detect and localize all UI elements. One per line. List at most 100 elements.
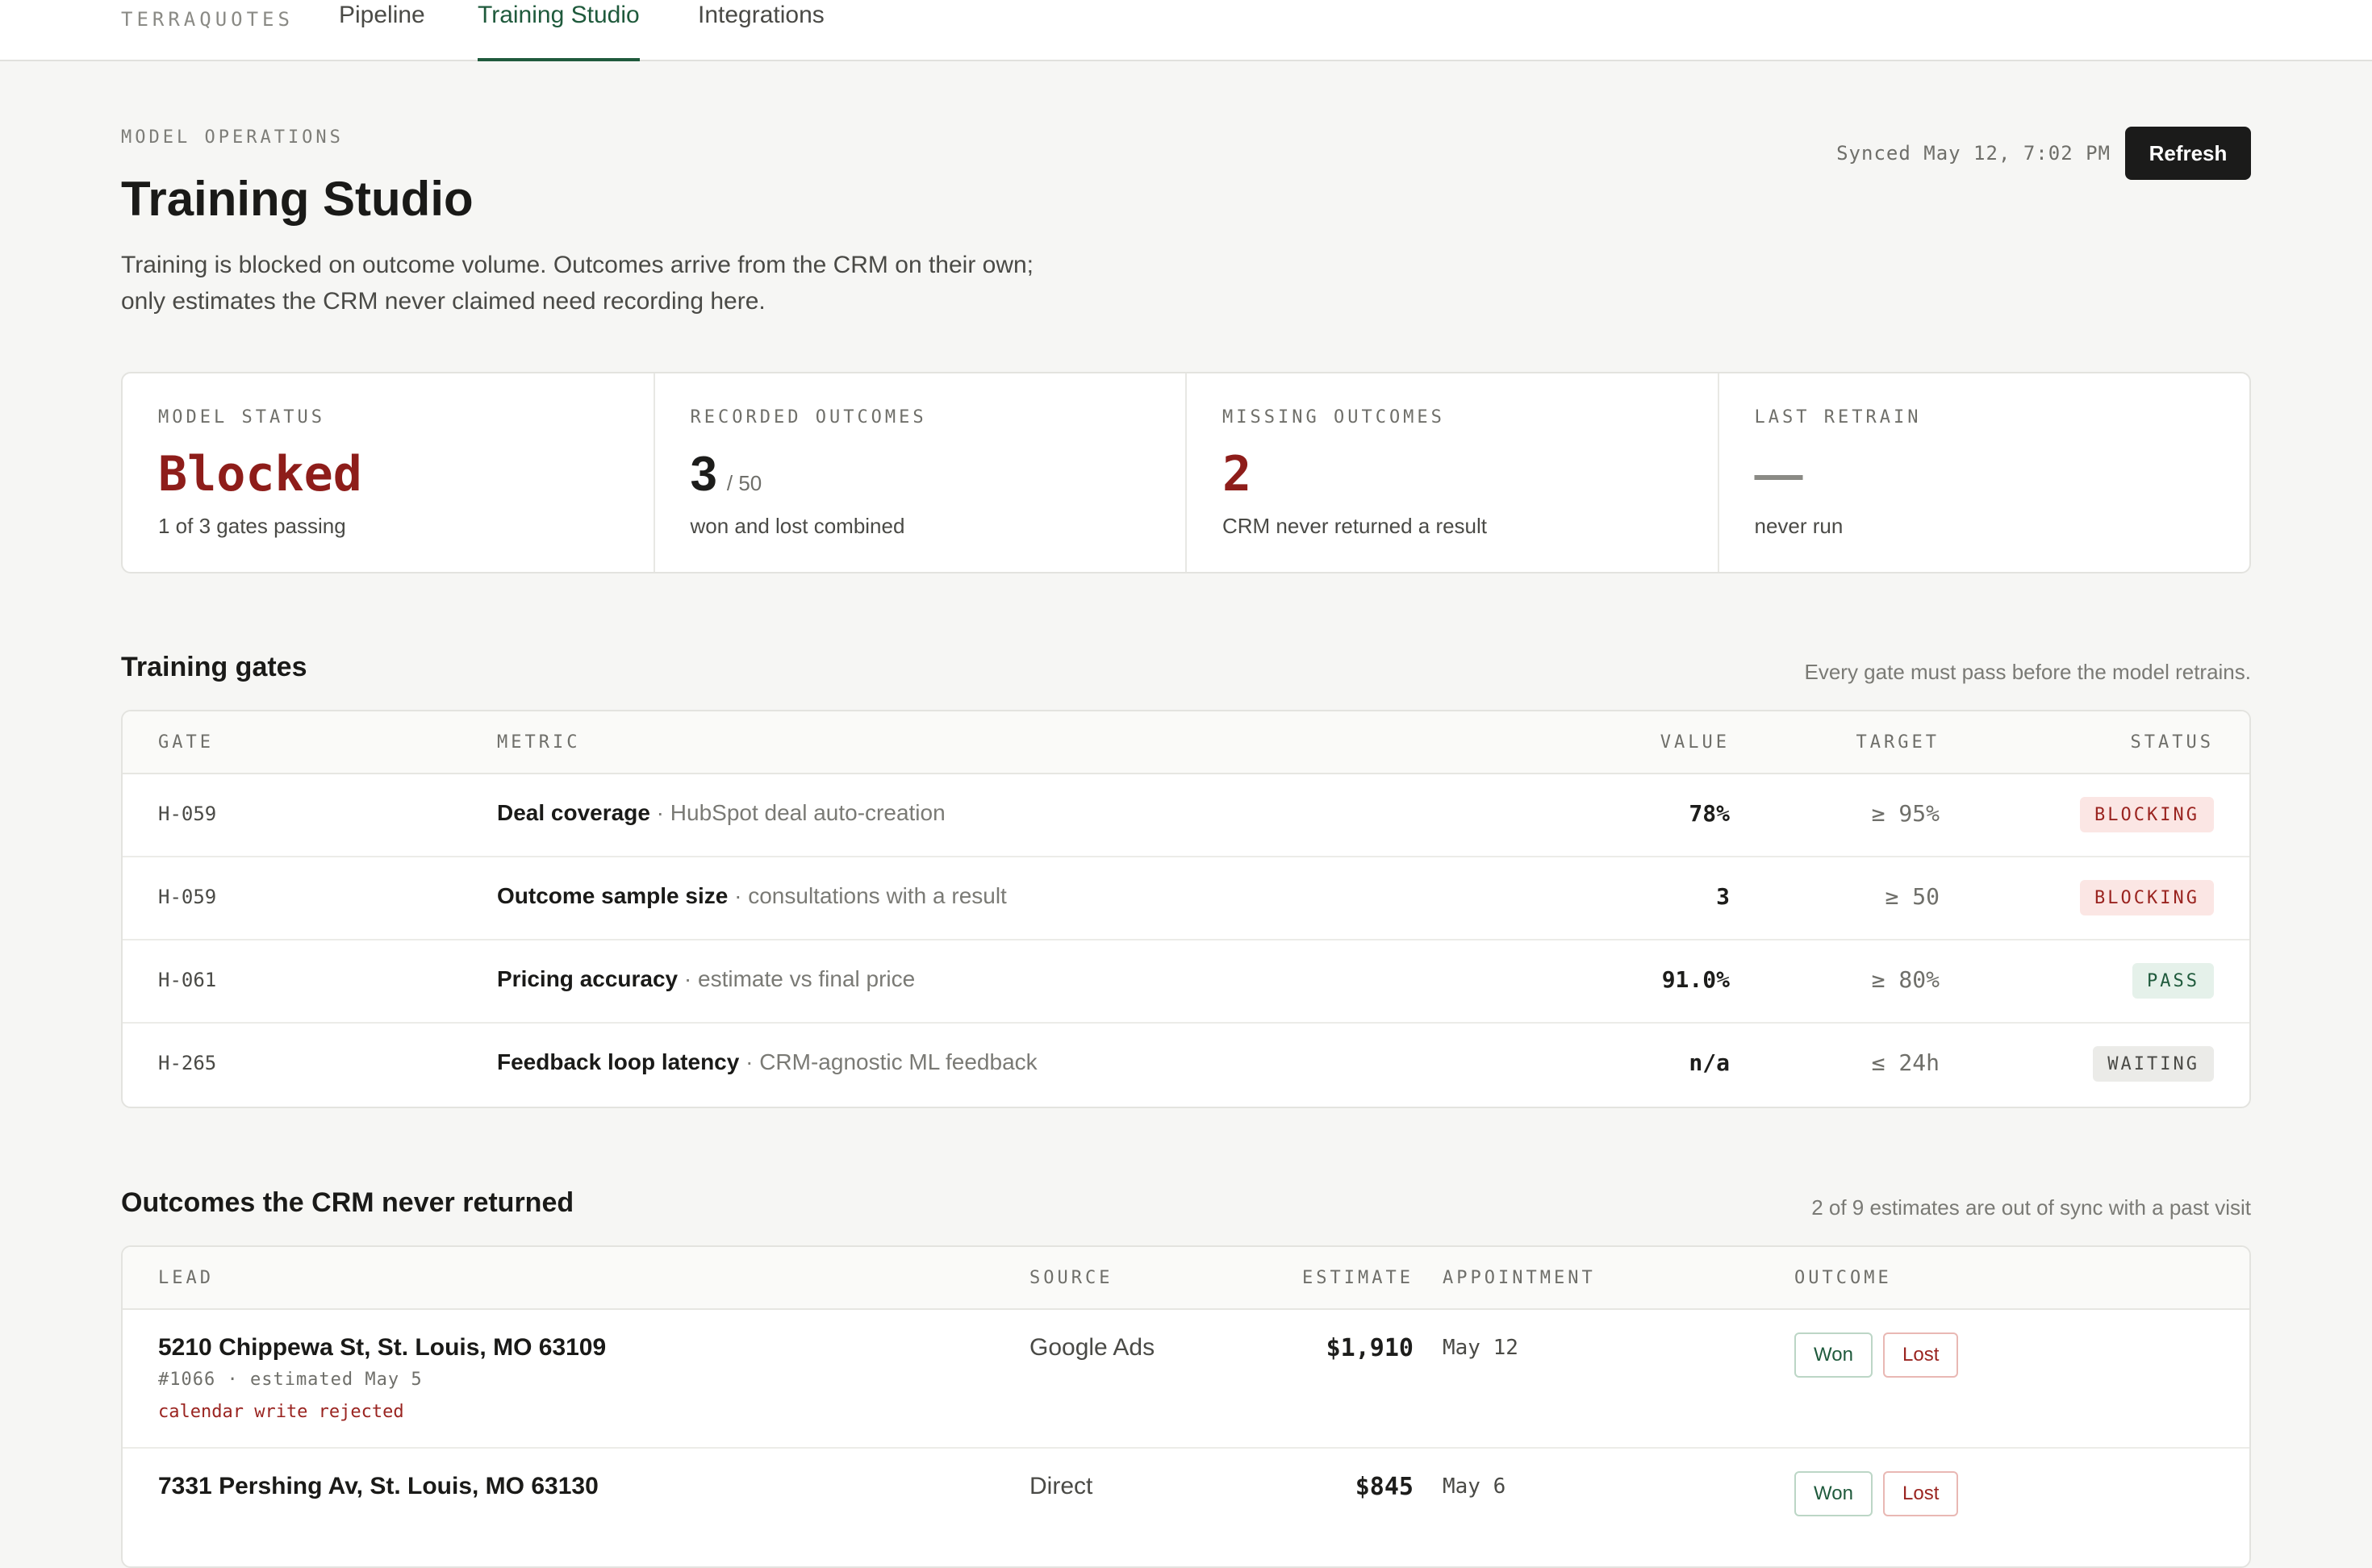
gate-target: ≥ 95% — [1871, 800, 1940, 827]
status-badge: PASS — [2132, 963, 2214, 999]
col-appointment: APPOINTMENT — [1443, 1268, 1596, 1288]
col-source: SOURCE — [1029, 1268, 1113, 1288]
brand-logo[interactable]: TERRAQUOTES — [121, 8, 294, 31]
stat-value: 2 — [1222, 446, 1251, 503]
page-intro: Training is blocked on outcome volume. O… — [121, 247, 1170, 319]
gates-table-header: GATE METRIC VALUE TARGET STATUS — [123, 711, 2249, 774]
top-nav: TERRAQUOTES Pipeline Training Studio Int… — [0, 0, 2372, 61]
stat-value-suffix: / 50 — [726, 471, 762, 495]
gate-value: 91.0% — [1661, 966, 1730, 993]
stat-missing-outcomes: MISSING OUTCOMES 2 CRM never returned a … — [1187, 373, 1719, 572]
outcomes-table-header: LEAD SOURCE ESTIMATE APPOINTMENT OUTCOME — [123, 1247, 2249, 1310]
col-estimate: ESTIMATE — [1302, 1268, 1414, 1288]
outcomes-section-title: Outcomes the CRM never returned — [121, 1187, 574, 1218]
stat-note: 1 of 3 gates passing — [158, 514, 346, 538]
gate-value: 3 — [1716, 883, 1730, 910]
stat-label: RECORDED OUTCOMES — [690, 407, 927, 427]
stat-last-retrain: LAST RETRAIN — never run — [1719, 373, 2250, 572]
col-status: STATUS — [2130, 732, 2214, 753]
lead-estimate: $845 — [1355, 1473, 1414, 1501]
sync-status: Synced May 12, 7:02 PM — [1836, 142, 2111, 165]
stat-value-text: Blocked — [158, 446, 362, 503]
stat-label: MISSING OUTCOMES — [1222, 407, 1445, 427]
tab-training-studio[interactable]: Training Studio — [478, 0, 640, 61]
lost-button[interactable]: Lost — [1883, 1471, 1959, 1516]
gate-id: H-059 — [158, 803, 217, 825]
stats-card: MODEL STATUS Blocked 1 of 3 gates passin… — [121, 372, 2251, 573]
outcomes-section-hint: 2 of 9 estimates are out of sync with a … — [1811, 1195, 2251, 1220]
intro-line-2: only estimates the CRM never claimed nee… — [121, 288, 766, 315]
col-gate: GATE — [158, 732, 214, 753]
metric-desc: · CRM-agnostic ML feedback — [745, 1049, 1038, 1074]
col-value: VALUE — [1660, 732, 1730, 753]
lead-source: Direct — [1029, 1473, 1093, 1499]
refresh-button[interactable]: Refresh — [2125, 127, 2251, 180]
metric-name: Pricing accuracy — [497, 966, 679, 991]
lead-address: 7331 Pershing Av, St. Louis, MO 63130 — [158, 1473, 599, 1499]
gate-target: ≥ 50 — [1885, 883, 1940, 910]
tab-pipeline[interactable]: Pipeline — [339, 0, 425, 61]
metric-desc: · consultations with a result — [734, 883, 1007, 908]
gate-metric: Feedback loop latency · CRM-agnostic ML … — [497, 1049, 1038, 1075]
status-badge: WAITING — [2093, 1046, 2214, 1082]
stat-label: MODEL STATUS — [158, 407, 325, 427]
stat-note: never run — [1754, 514, 1844, 538]
page-title: Training Studio — [121, 172, 474, 226]
gate-metric: Deal coverage · HubSpot deal auto-creati… — [497, 800, 946, 826]
gates-section-hint: Every gate must pass before the model re… — [1804, 660, 2252, 684]
metric-desc: · HubSpot deal auto-creation — [656, 800, 946, 825]
col-metric: METRIC — [497, 732, 581, 753]
stat-note: CRM never returned a result — [1222, 514, 1488, 538]
col-outcome: OUTCOME — [1794, 1268, 1892, 1288]
metric-name: Deal coverage — [497, 800, 650, 825]
stat-value-text: 3 — [690, 447, 717, 501]
metric-name: Feedback loop latency — [497, 1049, 740, 1074]
gates-table: GATE METRIC VALUE TARGET STATUS H-059 De… — [121, 710, 2251, 1108]
lead-appointment: May 6 — [1443, 1474, 1506, 1499]
lead-address: 5210 Chippewa St, St. Louis, MO 63109 — [158, 1334, 607, 1361]
lead-appointment: May 12 — [1443, 1336, 1518, 1360]
table-row[interactable]: H-059 Deal coverage · HubSpot deal auto-… — [123, 774, 2249, 857]
list-item: 7331 Pershing Av, St. Louis, MO 63130 Di… — [123, 1449, 2249, 1566]
tab-integrations[interactable]: Integrations — [698, 0, 825, 61]
lost-button[interactable]: Lost — [1883, 1332, 1959, 1378]
stat-note: won and lost combined — [690, 514, 905, 538]
stat-value: 3 / 50 — [691, 446, 762, 502]
gate-target: ≤ 24h — [1871, 1049, 1940, 1076]
gate-id: H-265 — [158, 1052, 217, 1074]
lead-error: calendar write rejected — [158, 1402, 404, 1422]
gate-value: 78% — [1689, 800, 1730, 827]
gate-value: n/a — [1689, 1049, 1730, 1076]
metric-desc: · estimate vs final price — [683, 966, 916, 991]
col-lead: LEAD — [158, 1268, 214, 1288]
table-row[interactable]: H-061 Pricing accuracy · estimate vs fin… — [123, 940, 2249, 1024]
table-row[interactable]: H-265 Feedback loop latency · CRM-agnost… — [123, 1024, 2249, 1107]
lead-source: Google Ads — [1029, 1334, 1155, 1361]
won-button[interactable]: Won — [1794, 1471, 1873, 1516]
stat-value: Blocked — [158, 446, 362, 503]
stat-value-text: — — [1754, 447, 1803, 501]
stat-recorded-outcomes: RECORDED OUTCOMES 3 / 50 won and lost com… — [655, 373, 1187, 572]
lead-meta: #1066 · estimated May 5 — [158, 1370, 423, 1390]
won-button[interactable]: Won — [1794, 1332, 1873, 1378]
outcomes-table: LEAD SOURCE ESTIMATE APPOINTMENT OUTCOME… — [121, 1245, 2251, 1568]
stat-model-status: MODEL STATUS Blocked 1 of 3 gates passin… — [123, 373, 655, 572]
status-badge: BLOCKING — [2080, 880, 2214, 915]
metric-name: Outcome sample size — [497, 883, 729, 908]
stat-value-text: 2 — [1222, 446, 1252, 503]
gate-id: H-061 — [158, 969, 217, 991]
gate-metric: Outcome sample size · consultations with… — [497, 883, 1007, 909]
col-target: TARGET — [1856, 732, 1940, 753]
gate-target: ≥ 80% — [1871, 966, 1940, 993]
stat-label: LAST RETRAIN — [1754, 407, 1922, 427]
table-row[interactable]: H-059 Outcome sample size · consultation… — [123, 857, 2249, 940]
gates-section-title: Training gates — [121, 652, 307, 682]
gate-id: H-059 — [158, 886, 217, 908]
status-badge: BLOCKING — [2080, 797, 2214, 832]
list-item: 5210 Chippewa St, St. Louis, MO 63109 #1… — [123, 1310, 2249, 1449]
page-eyebrow: MODEL OPERATIONS — [121, 127, 344, 148]
gate-metric: Pricing accuracy · estimate vs final pri… — [497, 966, 915, 992]
stat-value: — — [1755, 446, 1803, 502]
intro-line-1: Training is blocked on outcome volume. O… — [121, 252, 1034, 278]
lead-estimate: $1,910 — [1326, 1334, 1414, 1362]
